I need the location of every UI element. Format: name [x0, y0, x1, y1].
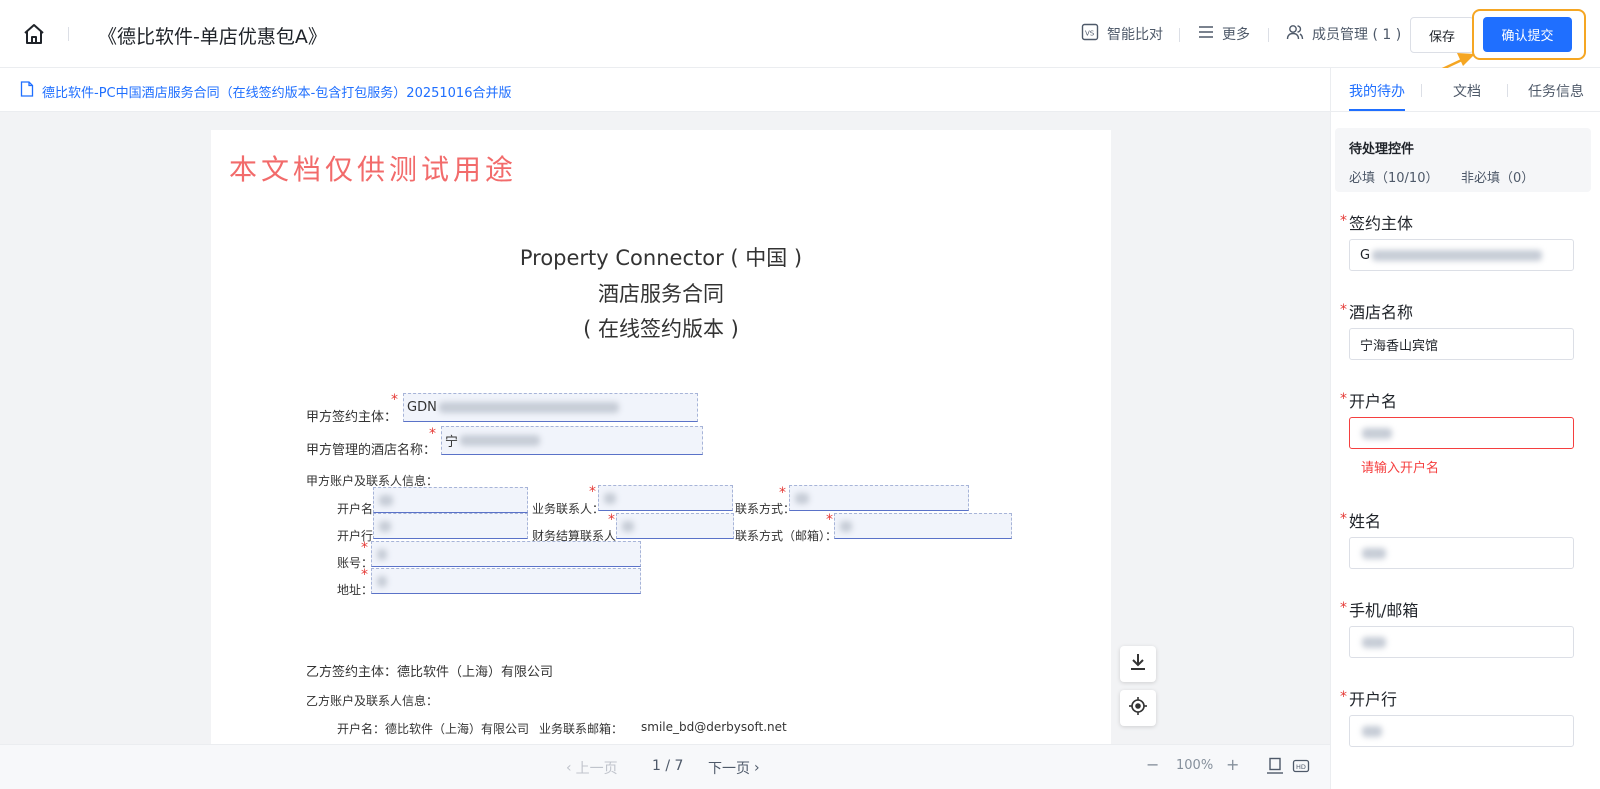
required-star: * — [1340, 689, 1347, 705]
required-star: * — [1340, 302, 1347, 318]
party-b-biz-email-label: 业务联系邮箱： — [539, 722, 624, 736]
next-page-label: 下一页 — [708, 761, 750, 777]
pagination-bar: ‹ 上一页 1 / 7 下一页 › − 100% + HD — [0, 744, 1330, 789]
field-label-hotel-name: 酒店名称 — [1349, 303, 1414, 322]
required-star: * — [1340, 391, 1347, 407]
field-label-bank: 开户行 — [1349, 690, 1398, 709]
account-name-error: 请输入开户名 — [1361, 461, 1440, 476]
contract-title-line3: ( 在线签约版本 ) — [583, 317, 739, 341]
address-label: 地址： — [337, 583, 374, 597]
hotel-name-label: 甲方管理的酒店名称： — [306, 443, 437, 458]
required-count[interactable]: 必填（10/10） — [1349, 167, 1438, 186]
contract-page: 本文档仅供测试用途 Property Connector ( 中国 ) 酒店服务… — [211, 130, 1111, 744]
signing-entity-input[interactable]: G — [1349, 239, 1574, 271]
tab-my-todo[interactable]: 我的待办 — [1349, 81, 1405, 101]
optional-count[interactable]: 非必填（0） — [1461, 167, 1534, 186]
tab-task-info[interactable]: 任务信息 — [1528, 81, 1584, 101]
test-watermark: 本文档仅供测试用途 — [229, 153, 518, 186]
party-a-label: 甲方签约主体： — [306, 410, 398, 425]
contract-title-line1: Property Connector ( 中国 ) — [519, 246, 803, 270]
field-label-name: 姓名 — [1349, 512, 1382, 531]
required-star: * — [1340, 511, 1347, 527]
tab-separator — [1507, 84, 1508, 97]
chevron-left-icon: ‹ — [566, 760, 572, 776]
right-panel: 我的待办 文档 任务信息 待处理控件 必填（10/10） 非必填（0） * 签约… — [1330, 68, 1600, 789]
next-page-button[interactable]: 下一页 › — [708, 758, 760, 778]
required-star: * — [361, 567, 368, 583]
tab-documents[interactable]: 文档 — [1453, 81, 1481, 101]
field-label-signing-entity: 签约主体 — [1349, 214, 1414, 233]
party-b-account-title: 乙方账户及联系人信息： — [306, 694, 439, 708]
required-star: * — [361, 540, 368, 556]
fit-page-icon[interactable] — [1266, 757, 1284, 779]
document-file-name: 德比软件-PC中国酒店服务合同（在线签约版本-包含打包服务）20251016合并… — [42, 85, 512, 101]
finance-contact-field[interactable] — [616, 513, 734, 539]
tab-separator — [1421, 84, 1422, 97]
biz-contact-label: 业务联系人： — [532, 502, 605, 516]
required-star: * — [1340, 213, 1347, 229]
bank-field[interactable] — [373, 513, 528, 539]
party-b-label: 乙方签约主体：德比软件（上海）有限公司 — [306, 665, 554, 680]
required-star: * — [429, 426, 436, 442]
document-bar: 德比软件-PC中国酒店服务合同（在线签约版本-包含打包服务）20251016合并… — [0, 69, 1330, 112]
zoom-level: 100% — [1176, 758, 1214, 773]
account-name-field[interactable] — [373, 487, 528, 513]
address-field[interactable] — [371, 568, 641, 594]
required-star: * — [826, 512, 833, 528]
download-icon — [1128, 652, 1148, 676]
contact-method-field[interactable] — [789, 485, 969, 511]
zoom-in-icon[interactable]: + — [1226, 755, 1239, 774]
svg-text:HD: HD — [1296, 763, 1306, 771]
hotel-name-input[interactable]: 宁海香山宾馆 — [1349, 328, 1574, 360]
field-label-account-name: 开户名 — [1349, 392, 1398, 411]
account-number-field[interactable] — [371, 541, 641, 567]
contract-title-line2: 酒店服务合同 — [598, 282, 724, 306]
panel-tabs: 我的待办 文档 任务信息 — [1331, 68, 1600, 112]
name-input[interactable] — [1349, 537, 1574, 569]
prev-page-label: 上一页 — [575, 761, 618, 777]
required-star: * — [1340, 600, 1347, 616]
prev-page-button[interactable]: ‹ 上一页 — [566, 758, 618, 778]
required-star: * — [589, 484, 596, 500]
download-button[interactable] — [1120, 646, 1156, 682]
contact-email-label: 联系方式（邮箱）： — [735, 529, 838, 543]
phone-email-input[interactable] — [1349, 626, 1574, 658]
biz-contact-field[interactable] — [598, 485, 733, 511]
party-b-account-line: 开户名：德比软件（上海）有限公司 — [337, 722, 530, 736]
pending-controls-title: 待处理控件 — [1349, 142, 1415, 157]
active-tab-indicator — [1349, 109, 1405, 111]
bank-input[interactable] — [1349, 715, 1574, 747]
field-label-phone-email: 手机/邮箱 — [1349, 601, 1419, 620]
contact-method-label: 联系方式： — [735, 502, 796, 516]
party-a-field[interactable]: GDN — [403, 393, 698, 422]
hd-icon[interactable]: HD — [1292, 757, 1310, 779]
locate-icon — [1128, 696, 1148, 720]
pending-controls-card: 待处理控件 必填（10/10） 非必填（0） — [1335, 128, 1591, 192]
page-indicator: 1 / 7 — [652, 758, 684, 774]
required-star: * — [391, 392, 398, 408]
zoom-out-icon[interactable]: − — [1146, 755, 1159, 774]
hotel-name-field[interactable]: 宁 — [441, 426, 703, 455]
required-star: * — [608, 512, 615, 528]
file-icon — [20, 81, 34, 101]
account-name-label: 开户名 — [337, 502, 374, 516]
contact-email-field[interactable] — [834, 513, 1012, 539]
party-b-biz-email: smile_bd@derbysoft.net — [641, 720, 787, 734]
document-link[interactable]: 德比软件-PC中国酒店服务合同（在线签约版本-包含打包服务）20251016合并… — [20, 81, 511, 101]
account-name-input[interactable] — [1349, 417, 1574, 449]
chevron-right-icon: › — [754, 760, 760, 776]
locate-button[interactable] — [1120, 690, 1156, 726]
required-star: * — [779, 485, 786, 501]
document-canvas: 本文档仅供测试用途 Property Connector ( 中国 ) 酒店服务… — [0, 112, 1330, 744]
